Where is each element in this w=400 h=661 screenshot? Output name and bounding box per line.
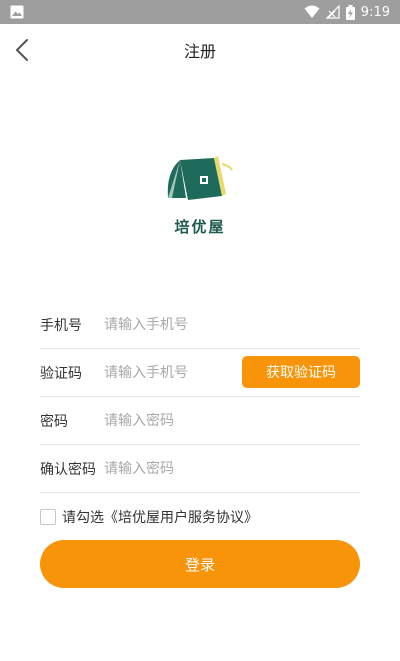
agreement-checkbox[interactable] <box>40 509 56 525</box>
phone-row: 手机号 <box>40 301 360 349</box>
register-form: 手机号 验证码 获取验证码 密码 确认密码 <box>40 301 360 493</box>
phone-label: 手机号 <box>40 317 82 334</box>
status-time: 9:19 <box>360 4 390 20</box>
status-icons: 9:19 <box>304 0 390 24</box>
confirm-password-input[interactable] <box>104 460 360 477</box>
login-button[interactable]: 登录 <box>40 540 360 588</box>
signal-icon <box>325 5 340 19</box>
confirm-password-row: 确认密码 <box>40 445 360 493</box>
code-row: 验证码 获取验证码 <box>40 349 360 397</box>
battery-icon <box>345 4 355 20</box>
get-code-button[interactable]: 获取验证码 <box>242 356 360 388</box>
phone-input[interactable] <box>104 316 360 333</box>
password-input[interactable] <box>104 412 360 429</box>
password-label: 密码 <box>40 413 68 430</box>
nav-bar: 注册 <box>0 24 400 76</box>
agreement-text[interactable]: 请勾选《培优屋用户服务协议》 <box>62 507 258 527</box>
wifi-icon <box>304 5 320 18</box>
page-title: 注册 <box>183 42 216 61</box>
confirm-password-label: 确认密码 <box>40 461 96 478</box>
agreement: 请勾选《培优屋用户服务协议》 <box>40 507 258 527</box>
code-label: 验证码 <box>40 365 82 382</box>
image-icon <box>10 5 24 19</box>
status-bar: 9:19 <box>0 0 400 24</box>
logo-text: 培优屋 <box>174 218 226 236</box>
password-row: 密码 <box>40 397 360 445</box>
